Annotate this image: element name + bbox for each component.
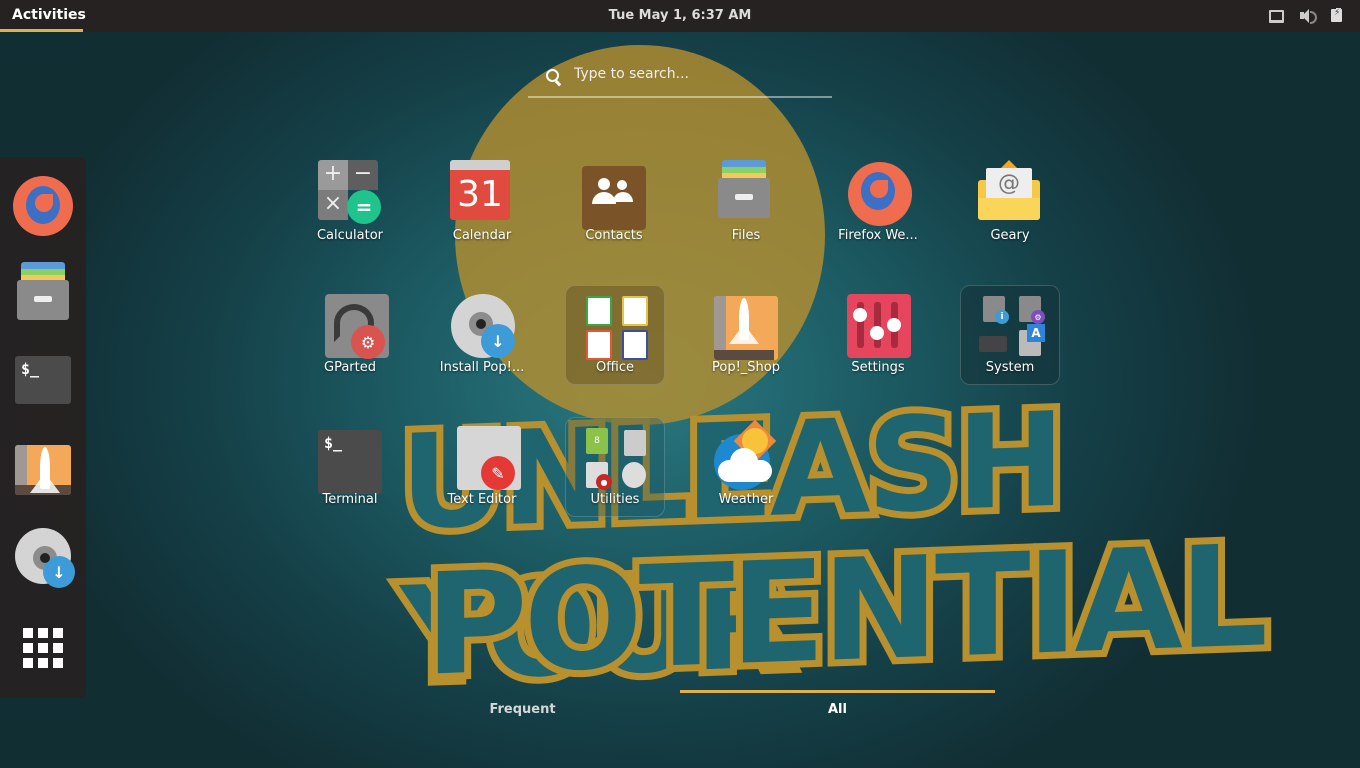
- search-icon: [546, 69, 559, 82]
- app-label: Text Editor: [447, 492, 517, 507]
- gear-icon: ⚙: [351, 325, 385, 359]
- folder-label: Utilities: [590, 492, 640, 507]
- app-label: Pop!_Shop: [712, 360, 780, 375]
- app-pop-shop[interactable]: Pop!_Shop: [691, 284, 801, 394]
- app-firefox[interactable]: Firefox We...: [823, 152, 933, 262]
- contacts-icon: [582, 166, 646, 230]
- settings-sliders-icon: [847, 294, 911, 358]
- download-arrow-icon: ↓: [481, 324, 515, 358]
- dash-item-install-pop[interactable]: ↓: [12, 525, 75, 588]
- dash: $_ ↓: [0, 157, 86, 698]
- pencil-icon: ✎: [481, 456, 515, 490]
- app-gparted[interactable]: ⚙ GParted: [295, 284, 405, 394]
- app-label: Settings: [851, 360, 905, 375]
- folder-office[interactable]: Office: [565, 285, 665, 385]
- folder-label: System: [985, 360, 1035, 375]
- keyboard-icon: [979, 336, 1007, 352]
- battery-icon[interactable]: [1331, 8, 1342, 22]
- top-bar: Activities Tue May 1, 6:37 AM: [0, 0, 1360, 32]
- debian-swirl-icon: [622, 462, 646, 488]
- character-map-icon: [624, 430, 646, 456]
- app-label: Weather: [718, 492, 774, 507]
- gparted-icon: ⚙: [325, 294, 389, 359]
- activities-active-indicator: [0, 29, 83, 32]
- search-input[interactable]: [572, 65, 826, 83]
- app-label: Install Pop!...: [439, 360, 525, 375]
- dash-item-pop-shop[interactable]: [12, 439, 74, 501]
- app-terminal[interactable]: $_ Terminal: [295, 416, 405, 526]
- app-files[interactable]: Files: [691, 152, 801, 262]
- dash-item-files[interactable]: [12, 261, 74, 323]
- app-grid-icon: [23, 628, 63, 668]
- search-box[interactable]: [528, 58, 832, 98]
- weather-icon: [714, 419, 778, 490]
- wallpaper-text-line1: UNLEASH YOUR: [393, 377, 1068, 718]
- app-settings[interactable]: Settings: [823, 284, 933, 394]
- spreadsheet-icon: [586, 296, 612, 326]
- geary-mail-icon: @: [978, 160, 1042, 224]
- app-weather[interactable]: Weather: [691, 416, 801, 526]
- presentation-icon: [586, 330, 612, 360]
- terminal-icon: $_: [318, 430, 382, 494]
- clock[interactable]: Tue May 1, 6:37 AM: [0, 8, 1360, 23]
- app-install-pop[interactable]: ↓ Install Pop!...: [427, 284, 537, 394]
- tab-frequent[interactable]: Frequent: [365, 690, 680, 730]
- disk-info-icon: i: [983, 296, 1009, 324]
- files-icon: [716, 160, 776, 224]
- display-icon[interactable]: [1269, 8, 1285, 24]
- folder-label: Office: [596, 360, 634, 375]
- app-label: Firefox We...: [838, 228, 918, 243]
- app-geary[interactable]: @ Geary: [955, 152, 1065, 262]
- files-icon: [15, 262, 71, 322]
- install-disc-icon: ↓: [15, 528, 75, 588]
- app-label: Calendar: [452, 228, 512, 243]
- firefox-icon: [848, 162, 912, 226]
- show-applications-button[interactable]: [12, 617, 74, 679]
- calendar-icon: 31: [450, 160, 514, 224]
- download-arrow-icon: ↓: [43, 556, 75, 588]
- document-icon: [622, 330, 648, 360]
- document-viewer-icon: ●: [586, 462, 612, 490]
- app-label: Contacts: [585, 228, 643, 243]
- archive-icon: 8: [586, 428, 608, 454]
- language-icon: A: [1019, 324, 1045, 356]
- disk-settings-icon: ⚙: [1019, 296, 1045, 324]
- firefox-icon: [13, 176, 73, 236]
- app-label: Geary: [990, 228, 1030, 243]
- app-label: Terminal: [322, 492, 378, 507]
- app-contacts[interactable]: Contacts: [559, 152, 669, 262]
- volume-icon[interactable]: [1299, 8, 1317, 24]
- system-tray[interactable]: [1269, 8, 1342, 24]
- drawing-icon: [622, 296, 648, 326]
- app-text-editor[interactable]: ✎ Text Editor: [427, 416, 537, 526]
- app-calendar[interactable]: 31 Calendar: [427, 152, 537, 262]
- view-tabs: Frequent All: [0, 690, 1360, 730]
- folder-utilities[interactable]: 8 ● Utilities: [565, 417, 665, 517]
- terminal-icon: $_: [15, 356, 71, 404]
- calculator-icon: + − × =: [318, 160, 382, 224]
- app-calculator[interactable]: + − × = Calculator: [295, 152, 405, 262]
- pop-shop-icon: [714, 296, 778, 360]
- pop-shop-icon: [15, 445, 71, 495]
- app-label: GParted: [324, 360, 376, 375]
- app-label: Files: [731, 228, 761, 243]
- app-label: Calculator: [316, 228, 383, 243]
- folder-system[interactable]: i ⚙ A System: [960, 285, 1060, 385]
- dash-item-firefox[interactable]: [12, 175, 74, 237]
- dash-item-terminal[interactable]: $_: [12, 349, 74, 411]
- wallpaper-text-line2: POTENTIAL: [418, 508, 1271, 714]
- install-disc-icon: ↓: [451, 294, 515, 358]
- tab-all[interactable]: All: [680, 690, 995, 730]
- text-editor-icon: ✎: [457, 426, 521, 490]
